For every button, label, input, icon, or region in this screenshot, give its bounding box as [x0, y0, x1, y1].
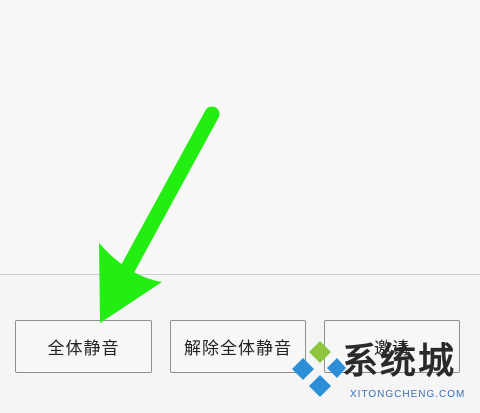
watermark-title: 系统城 [342, 340, 457, 382]
watermark-subtitle: XITONGCHENG.COM [350, 389, 466, 400]
meeting-content-area [0, 0, 480, 274]
watermark-logo-icon [292, 341, 346, 397]
mute-all-button[interactable]: 全体静音 [15, 320, 152, 373]
site-watermark: 系统城 XITONGCHENG.COM [284, 338, 480, 413]
